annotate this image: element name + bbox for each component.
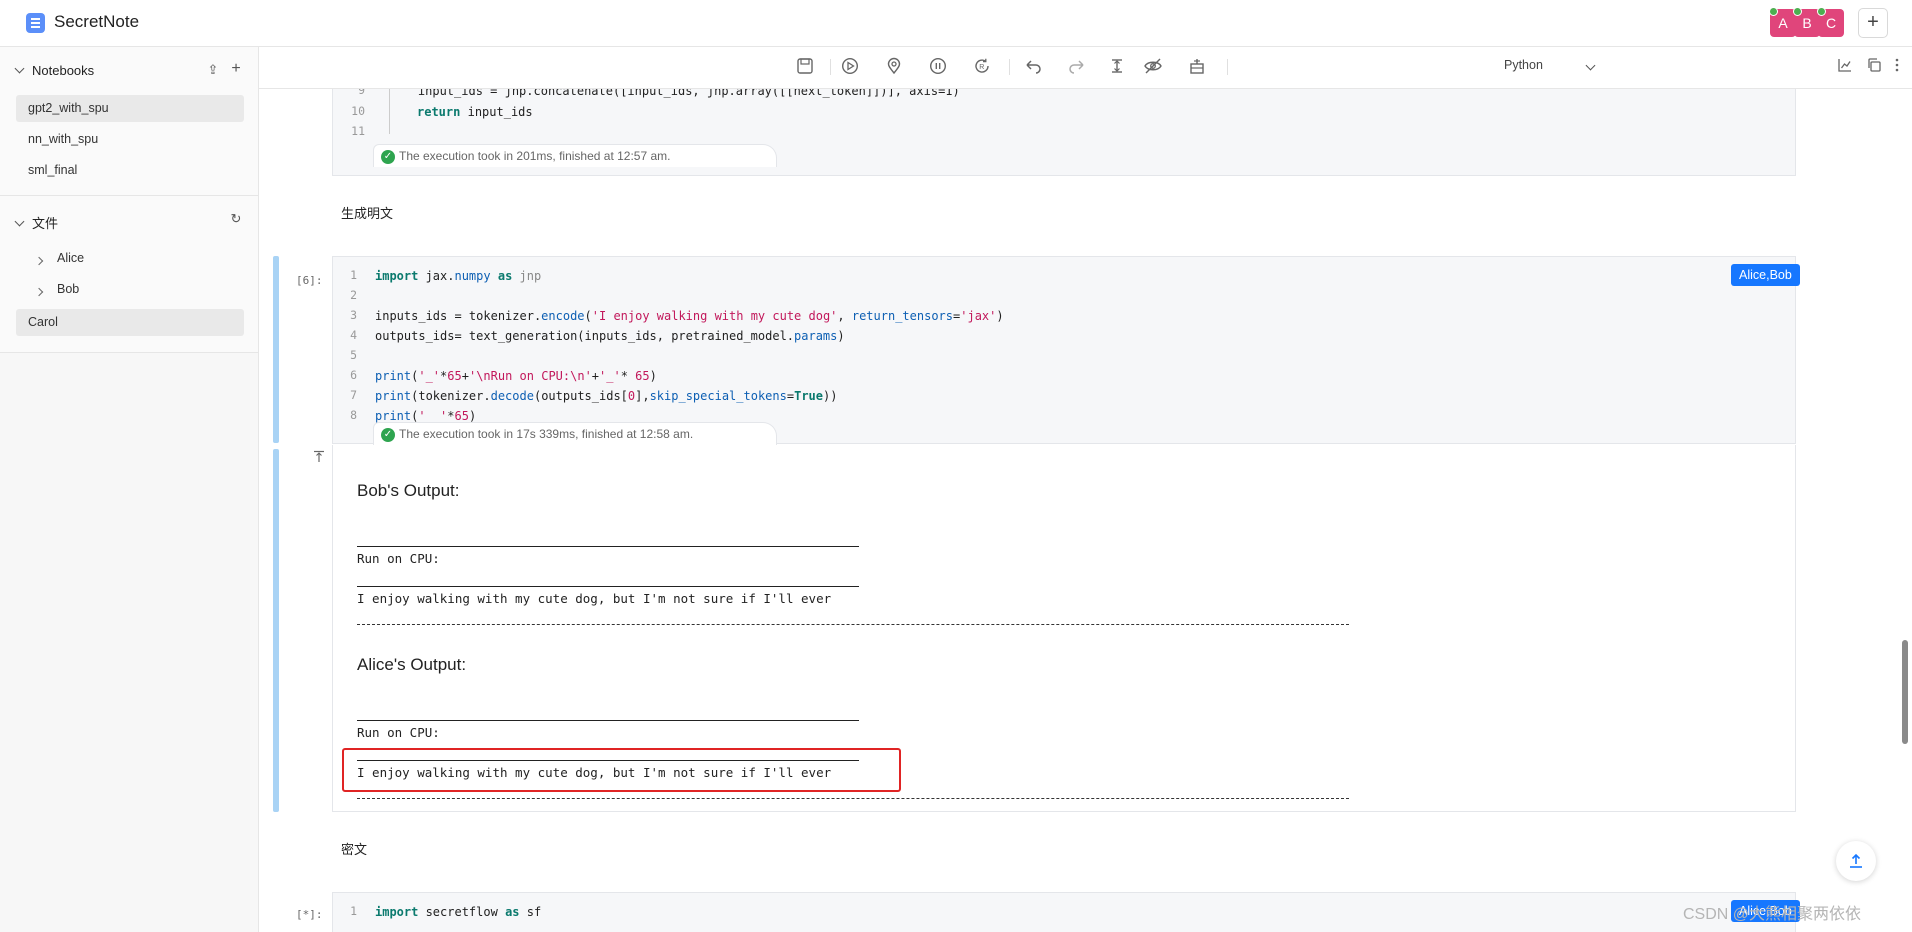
- more-icon[interactable]: [1887, 57, 1907, 77]
- toolbar-separator: [830, 59, 831, 75]
- chevron-right-icon: [34, 256, 44, 266]
- code-line: print('_'*65+'\nRun on CPU:\n'+'_'* 65): [375, 369, 657, 383]
- app-logo-icon: [26, 13, 45, 33]
- chevron-down-icon: [14, 216, 25, 227]
- scroll-to-top-button[interactable]: [1836, 841, 1876, 881]
- notebooks-section-header[interactable]: Notebooks: [14, 63, 94, 78]
- avatar-b[interactable]: B: [1793, 7, 1820, 37]
- check-circle-icon: ✓: [381, 150, 395, 164]
- pause-icon[interactable]: [928, 57, 948, 77]
- code-line: outputs_ids= text_generation(inputs_ids,…: [375, 329, 845, 343]
- sidebar-empty-area: [0, 353, 259, 932]
- output-run-label: Run on CPU:: [357, 551, 440, 566]
- return-keyword: return: [417, 105, 461, 119]
- highlight-annotation: [342, 748, 901, 792]
- output-dashed-rule: [357, 624, 1349, 625]
- locate-icon[interactable]: [884, 57, 904, 77]
- chevron-down-icon: [14, 63, 25, 74]
- chevron-right-icon: [34, 287, 44, 297]
- files-section-header[interactable]: 文件: [14, 213, 58, 232]
- restart-icon[interactable]: R: [972, 57, 992, 77]
- notebook-item-sml-final[interactable]: sml_final: [16, 157, 244, 184]
- sidebar-divider: [0, 195, 258, 196]
- collapse-output-icon[interactable]: [312, 450, 326, 469]
- code-line: import secretflow as sf: [375, 905, 542, 919]
- debug-icon[interactable]: [1187, 57, 1207, 77]
- output-title-bob: Bob's Output:: [357, 481, 460, 500]
- file-folder-alice[interactable]: Alice: [16, 245, 244, 272]
- output-title-alice: Alice's Output:: [357, 655, 467, 674]
- redo-icon[interactable]: [1067, 57, 1087, 77]
- cell-prompt: [*]:: [296, 908, 323, 921]
- app-title: SecretNote: [54, 12, 140, 31]
- online-dot-icon: [1793, 7, 1802, 16]
- toolbar-separator: [1227, 59, 1228, 75]
- code-line: inputs_ids = tokenizer.encode('I enjoy w…: [375, 309, 1004, 323]
- avatar-c[interactable]: C: [1817, 7, 1844, 37]
- code-line: import jax.numpy as jnp: [375, 269, 542, 283]
- file-folder-bob[interactable]: Bob: [16, 276, 244, 303]
- online-dot-icon: [1769, 7, 1778, 16]
- markdown-cell-plaintext[interactable]: 生成明文: [341, 203, 393, 222]
- notebook-item-gpt2-with-spu[interactable]: gpt2_with_spu: [16, 95, 244, 122]
- markdown-cell-ciphertext[interactable]: 密文: [341, 839, 367, 858]
- add-notebook-icon[interactable]: +: [229, 61, 243, 77]
- avatar-a[interactable]: A: [1769, 7, 1796, 37]
- chevron-down-icon[interactable]: [1585, 59, 1596, 77]
- code-line: print(tokenizer.decode(outputs_ids[0],sk…: [375, 389, 838, 403]
- indent-guide: [389, 89, 390, 134]
- language-select[interactable]: Python: [1504, 58, 1543, 72]
- arrow-up-icon: [1850, 853, 1862, 868]
- output-run-label: Run on CPU:: [357, 725, 440, 740]
- collapse-icon[interactable]: [1107, 57, 1127, 77]
- toolbar-separator: [1009, 59, 1010, 75]
- refresh-icon[interactable]: ↻: [229, 212, 243, 226]
- sidebar: Notebooks ⇪ + gpt2_with_spu nn_with_spu …: [0, 47, 259, 353]
- output-text-bob: I enjoy walking with my cute dog, but I'…: [357, 591, 832, 606]
- execution-info: ✓ The execution took in 201ms, finished a…: [379, 145, 671, 167]
- cell-active-indicator: [273, 256, 279, 443]
- code-cell-6[interactable]: 1 import jax.numpy as jnp 2 3 inputs_ids…: [332, 256, 1796, 445]
- watermark: CSDN @大熊相聚两依依: [1683, 906, 1862, 923]
- cell-prompt: [6]:: [296, 274, 323, 287]
- output-dashed-rule: [357, 798, 1349, 799]
- code-line: return input_ids: [417, 102, 533, 122]
- return-value: input_ids: [467, 105, 533, 119]
- code-cell-previous[interactable]: 9 input_ids = jnp.concatenate([input_ids…: [332, 89, 1796, 176]
- scrollbar-thumb[interactable]: [1902, 640, 1908, 744]
- run-icon[interactable]: [840, 57, 860, 77]
- code-line: input_ids = jnp.concatenate([input_ids, …: [389, 89, 960, 98]
- plus-icon: +: [1867, 11, 1879, 33]
- hide-icon[interactable]: [1143, 57, 1163, 77]
- check-circle-icon: ✓: [381, 428, 395, 442]
- party-badge[interactable]: Alice,Bob: [1731, 264, 1800, 286]
- svg-text:R: R: [979, 64, 984, 71]
- notebook-content: 9 input_ids = jnp.concatenate([input_ids…: [259, 89, 1912, 932]
- copy-icon[interactable]: [1864, 57, 1884, 77]
- undo-icon[interactable]: [1023, 57, 1043, 77]
- app-header: SecretNote A B C +: [0, 0, 1912, 47]
- save-icon[interactable]: [795, 57, 815, 77]
- add-collaborator-button[interactable]: +: [1858, 8, 1888, 38]
- code-cell-running[interactable]: 1 import secretflow as sf: [332, 892, 1796, 932]
- output-rule: [357, 586, 859, 587]
- notebook-toolbar: R Python: [259, 47, 1912, 89]
- output-rule: [357, 546, 859, 547]
- chart-icon[interactable]: [1835, 57, 1855, 77]
- file-folder-carol[interactable]: Carol: [16, 309, 244, 336]
- execution-info: ✓ The execution took in 17s 339ms, finish…: [379, 423, 693, 445]
- online-dot-icon: [1817, 7, 1826, 16]
- upload-icon[interactable]: ⇪: [206, 63, 220, 77]
- output-rule: [357, 720, 859, 721]
- notebook-item-nn-with-spu[interactable]: nn_with_spu: [16, 126, 244, 153]
- output-indicator: [273, 449, 279, 812]
